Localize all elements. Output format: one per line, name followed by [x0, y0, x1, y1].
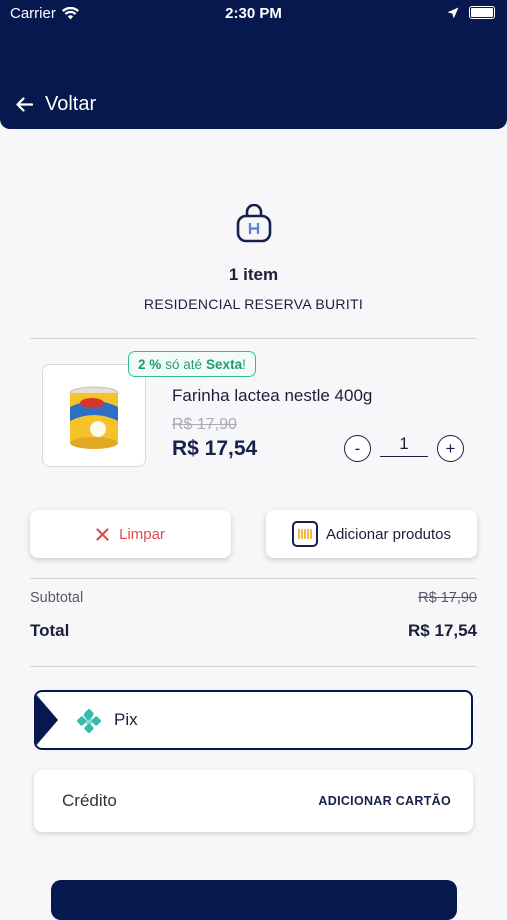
promo-badge: 2 % só até Sexta!: [128, 351, 256, 377]
back-arrow-icon: [16, 97, 33, 112]
subtotal-label: Subtotal: [30, 590, 84, 606]
product-old-price: R$ 17,90: [172, 416, 237, 433]
shopping-bag-icon: [236, 204, 272, 243]
selected-indicator: [36, 692, 58, 748]
status-bar: Carrier 2:30 PM: [0, 5, 507, 25]
add-products-label: Adicionar produtos: [325, 525, 452, 543]
credit-label: Crédito: [62, 791, 117, 810]
basket-icon: [291, 521, 318, 547]
promo-text: só até: [165, 356, 203, 372]
checkout-button[interactable]: [51, 880, 457, 920]
cart-item-count: 1 item: [228, 265, 279, 284]
back-label: Voltar: [45, 93, 97, 115]
pix-label: Pix: [114, 710, 138, 729]
pix-icon: [77, 709, 101, 733]
add-products-button[interactable]: Adicionar produtos: [266, 510, 477, 558]
payment-option-credit[interactable]: Crédito ADICIONAR CARTÃO: [34, 770, 473, 832]
product-image: [42, 364, 146, 467]
add-card-button[interactable]: ADICIONAR CARTÃO: [318, 794, 451, 808]
divider: [30, 666, 477, 667]
promo-percent: 2 %: [138, 356, 162, 372]
product-name: Farinha lactea nestle 400g: [172, 386, 373, 405]
status-right: [447, 6, 495, 19]
total-value: R$ 17,54: [408, 621, 477, 640]
clock: 2:30 PM: [225, 5, 282, 22]
location-arrow-icon: [447, 7, 459, 18]
delivery-location: RESIDENCIAL RESERVA BURITI: [143, 296, 364, 312]
increase-quantity-button[interactable]: +: [437, 435, 464, 462]
subtotal-value: R$ 17,90: [418, 590, 477, 606]
back-button[interactable]: Voltar: [16, 93, 96, 116]
product-price: R$ 17,54: [172, 437, 258, 460]
battery-icon: [469, 6, 495, 19]
clear-cart-button[interactable]: Limpar: [30, 510, 231, 558]
promo-end: !: [242, 356, 246, 372]
total-label: Total: [30, 621, 70, 640]
quantity-value[interactable]: 1: [380, 434, 428, 457]
divider: [30, 578, 477, 579]
clear-cart-label: Limpar: [119, 525, 165, 543]
decrease-quantity-button[interactable]: -: [344, 435, 371, 462]
app-header: Carrier 2:30 PM Voltar: [0, 0, 507, 129]
product-can-image: [69, 386, 119, 449]
divider: [30, 338, 477, 339]
close-icon: [96, 527, 109, 541]
payment-option-pix[interactable]: Pix: [34, 690, 473, 750]
promo-day: Sexta: [206, 356, 243, 372]
